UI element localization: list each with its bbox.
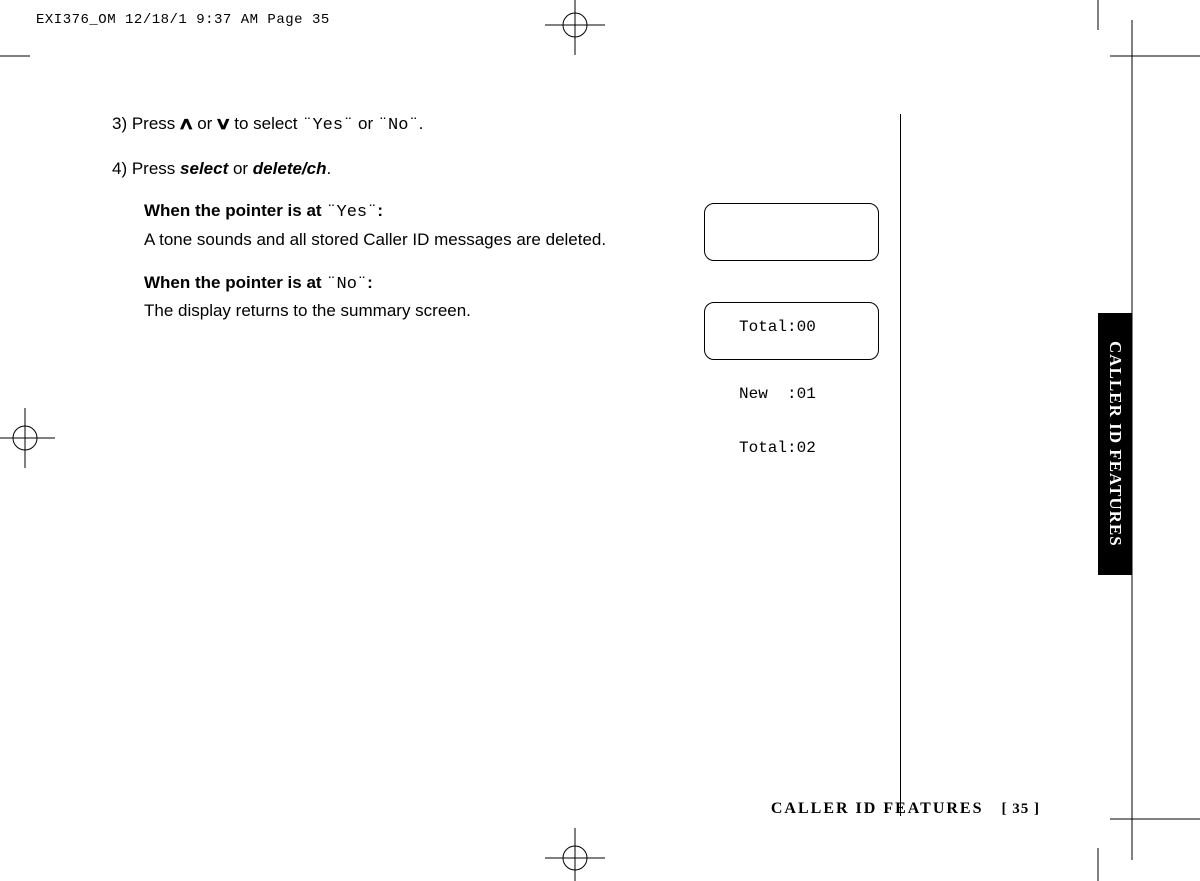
side-tab-label: CALLER ID FEATURES bbox=[1098, 313, 1132, 575]
lcd-text-yes: ¨Yes¨ bbox=[326, 203, 377, 222]
yes-case-block: When the pointer is at ¨Yes¨: A tone sou… bbox=[144, 199, 614, 252]
text: . bbox=[419, 114, 424, 133]
text: to select bbox=[230, 114, 303, 133]
registration-mark-top-icon bbox=[545, 0, 605, 55]
text: . bbox=[327, 159, 332, 178]
down-arrow-icon: ∨ bbox=[215, 112, 232, 137]
step-4: 4) Press select or delete/ch. bbox=[112, 157, 872, 182]
registration-mark-bottom-icon bbox=[545, 828, 605, 881]
no-heading-pre: When the pointer is at bbox=[144, 273, 326, 292]
page: EXI376_OM 12/18/1 9:37 AM Page 35 bbox=[0, 0, 1200, 881]
page-footer: CALLER ID FEATURES [ 35 ] bbox=[600, 800, 1040, 818]
lcd-text-no: ¨No¨ bbox=[326, 275, 367, 294]
text: 4) Press bbox=[112, 159, 180, 178]
print-header: EXI376_OM 12/18/1 9:37 AM Page 35 bbox=[36, 12, 330, 28]
select-key-label: select bbox=[180, 159, 228, 178]
lcd-text-no: ¨No¨ bbox=[378, 116, 419, 135]
yes-heading-pre: When the pointer is at bbox=[144, 201, 326, 220]
lcd-text-yes: ¨Yes¨ bbox=[302, 116, 353, 135]
lcd-line: Total:02 bbox=[739, 439, 878, 457]
registration-mark-left-icon bbox=[0, 408, 55, 468]
no-case-block: When the pointer is at ¨No¨: The display… bbox=[144, 271, 614, 324]
lcd-display-summary: New :01 Total:02 bbox=[704, 302, 879, 360]
text: 3) Press bbox=[112, 114, 180, 133]
footer-section: CALLER ID FEATURES bbox=[771, 800, 984, 817]
text: or bbox=[353, 114, 378, 133]
column-divider bbox=[900, 114, 901, 816]
footer-page-number: [ 35 ] bbox=[1002, 801, 1041, 817]
yes-case-text: A tone sounds and all stored Caller ID m… bbox=[144, 228, 614, 253]
step-3: 3) Press ∧ or ∨ to select ¨Yes¨ or ¨No¨. bbox=[112, 112, 872, 139]
delete-ch-key-label: delete/ch bbox=[253, 159, 327, 178]
yes-heading-post: : bbox=[377, 201, 383, 220]
up-arrow-icon: ∧ bbox=[178, 112, 195, 137]
lcd-line: New :01 bbox=[739, 385, 878, 403]
lcd-display-total: Total:00 bbox=[704, 203, 879, 261]
no-heading-post: : bbox=[367, 273, 373, 292]
no-case-text: The display returns to the summary scree… bbox=[144, 299, 614, 324]
text: or bbox=[228, 159, 253, 178]
text: or bbox=[192, 114, 217, 133]
